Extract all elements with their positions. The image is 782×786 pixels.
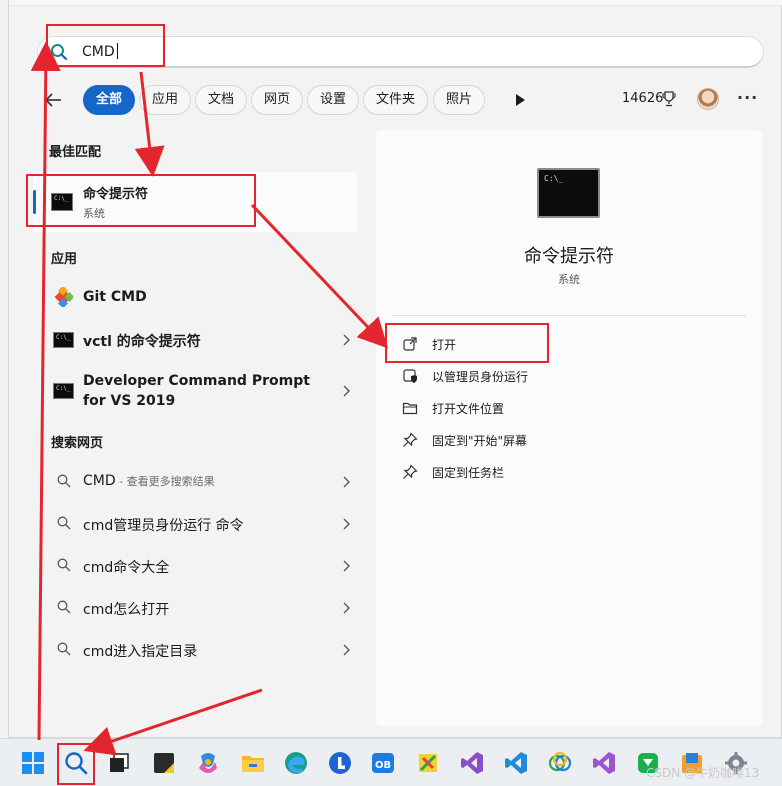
web-query-hint: - 查看更多搜索结果 [115, 475, 215, 488]
search-icon [57, 642, 71, 656]
action-pin-to-taskbar-label: 固定到任务栏 [432, 466, 505, 480]
pin-icon [403, 464, 418, 479]
action-open-file-location-label: 打开文件位置 [432, 402, 505, 416]
app-result-git-cmd[interactable]: Git CMD [33, 277, 358, 317]
preview-subtitle: 系统 [558, 273, 580, 286]
start-windows-icon[interactable] [20, 750, 46, 776]
annotation-box-best-match [26, 174, 256, 227]
section-best-match: 最佳匹配 [49, 145, 102, 160]
search-icon [57, 516, 71, 530]
shield-icon [403, 369, 417, 383]
lenovo-app-icon[interactable] [327, 750, 353, 776]
filter-web[interactable]: 网页 [251, 85, 304, 115]
annotation-box-taskbar-search [57, 743, 95, 785]
ob-app-icon[interactable]: OB [370, 750, 396, 776]
web-query-4: cmd进入指定目录 [83, 644, 198, 660]
web-query-2: cmd命令大全 [83, 560, 170, 576]
action-pin-to-start-label: 固定到"开始"屏幕 [432, 434, 528, 448]
git-cmd-icon [54, 287, 73, 307]
app-result-developer-prompt[interactable]: Developer Command Prompt for VS 2019 [33, 367, 358, 415]
filter-photos[interactable]: 照片 [433, 85, 486, 115]
developer-prompt-icon [53, 383, 74, 399]
section-apps: 应用 [51, 252, 78, 267]
web-query-1: cmd管理员身份运行 命令 [83, 518, 244, 534]
search-icon [57, 474, 71, 488]
search-icon [57, 600, 71, 614]
sticky-notes-icon[interactable] [151, 750, 177, 776]
file-explorer-icon[interactable] [240, 750, 266, 776]
web-query-0: CMD [83, 473, 116, 489]
web-result-2[interactable]: cmd命令大全 [33, 545, 358, 585]
app-name-vctl: vctl 的命令提示符 [83, 334, 201, 350]
edge-browser-icon[interactable] [283, 750, 309, 776]
rewards-trophy-icon [662, 91, 676, 107]
preview-divider [392, 315, 746, 316]
vctl-prompt-icon [53, 332, 74, 348]
pin-icon [403, 432, 418, 447]
rewards-points[interactable]: 14626 [622, 91, 663, 106]
filter-folders[interactable]: 文件夹 [363, 85, 429, 115]
annotation-box-search [46, 24, 165, 67]
filter-settings[interactable]: 设置 [307, 85, 360, 115]
back-arrow-icon[interactable] [43, 90, 63, 110]
app-result-vctl[interactable]: vctl 的命令提示符 [33, 319, 358, 359]
web-query-3: cmd怎么打开 [83, 602, 170, 618]
svg-text:OB: OB [375, 760, 391, 771]
action-run-as-admin-label: 以管理员身份运行 [432, 370, 529, 384]
chevron-right-icon[interactable] [341, 385, 351, 397]
visual-studio-2-icon[interactable] [591, 750, 617, 776]
annotation-box-open [385, 323, 549, 363]
web-result-0[interactable]: CMD - 查看更多搜索结果 [33, 461, 358, 501]
task-view-icon[interactable] [106, 750, 132, 776]
web-result-4[interactable]: cmd进入指定目录 [33, 629, 358, 669]
panel-top-edge [9, 0, 782, 6]
chevron-right-icon[interactable] [341, 334, 351, 346]
chevron-right-icon[interactable] [341, 518, 351, 530]
command-prompt-large-icon [537, 168, 600, 218]
more-filters-icon[interactable] [510, 90, 530, 110]
chevron-right-icon[interactable] [341, 602, 351, 614]
app-name-git: Git CMD [83, 289, 147, 305]
preview-title: 命令提示符 [524, 246, 614, 267]
filter-all[interactable]: 全部 [83, 85, 136, 115]
chevron-right-icon[interactable] [341, 644, 351, 656]
web-result-1[interactable]: cmd管理员身份运行 命令 [33, 503, 358, 543]
chevron-right-icon[interactable] [341, 476, 351, 488]
section-web-search: 搜索网页 [51, 436, 104, 451]
app-name-dev-line2: for VS 2019 [83, 393, 176, 409]
copilot-icon[interactable] [195, 750, 221, 776]
tool-app-icon[interactable] [415, 750, 441, 776]
csdn-watermark: CSDN @牛奶咖啡13 [646, 766, 760, 780]
vscode-icon[interactable] [503, 750, 529, 776]
web-result-3[interactable]: cmd怎么打开 [33, 587, 358, 627]
user-avatar[interactable] [697, 88, 719, 110]
more-options-icon[interactable]: ··· [737, 88, 758, 107]
visual-studio-icon[interactable] [459, 750, 485, 776]
filter-apps[interactable]: 应用 [139, 85, 192, 115]
app-name-dev-line1: Developer Command Prompt [83, 373, 310, 389]
search-icon [57, 558, 71, 572]
result-preview-pane: 命令提示符 系统 打开 以管理员身份运行 打开文件位置 固定到"开始"屏幕 固定… [376, 130, 762, 726]
filter-documents[interactable]: 文档 [195, 85, 248, 115]
rider-app-icon[interactable] [547, 750, 573, 776]
folder-icon [402, 402, 418, 415]
chevron-right-icon[interactable] [341, 560, 351, 572]
